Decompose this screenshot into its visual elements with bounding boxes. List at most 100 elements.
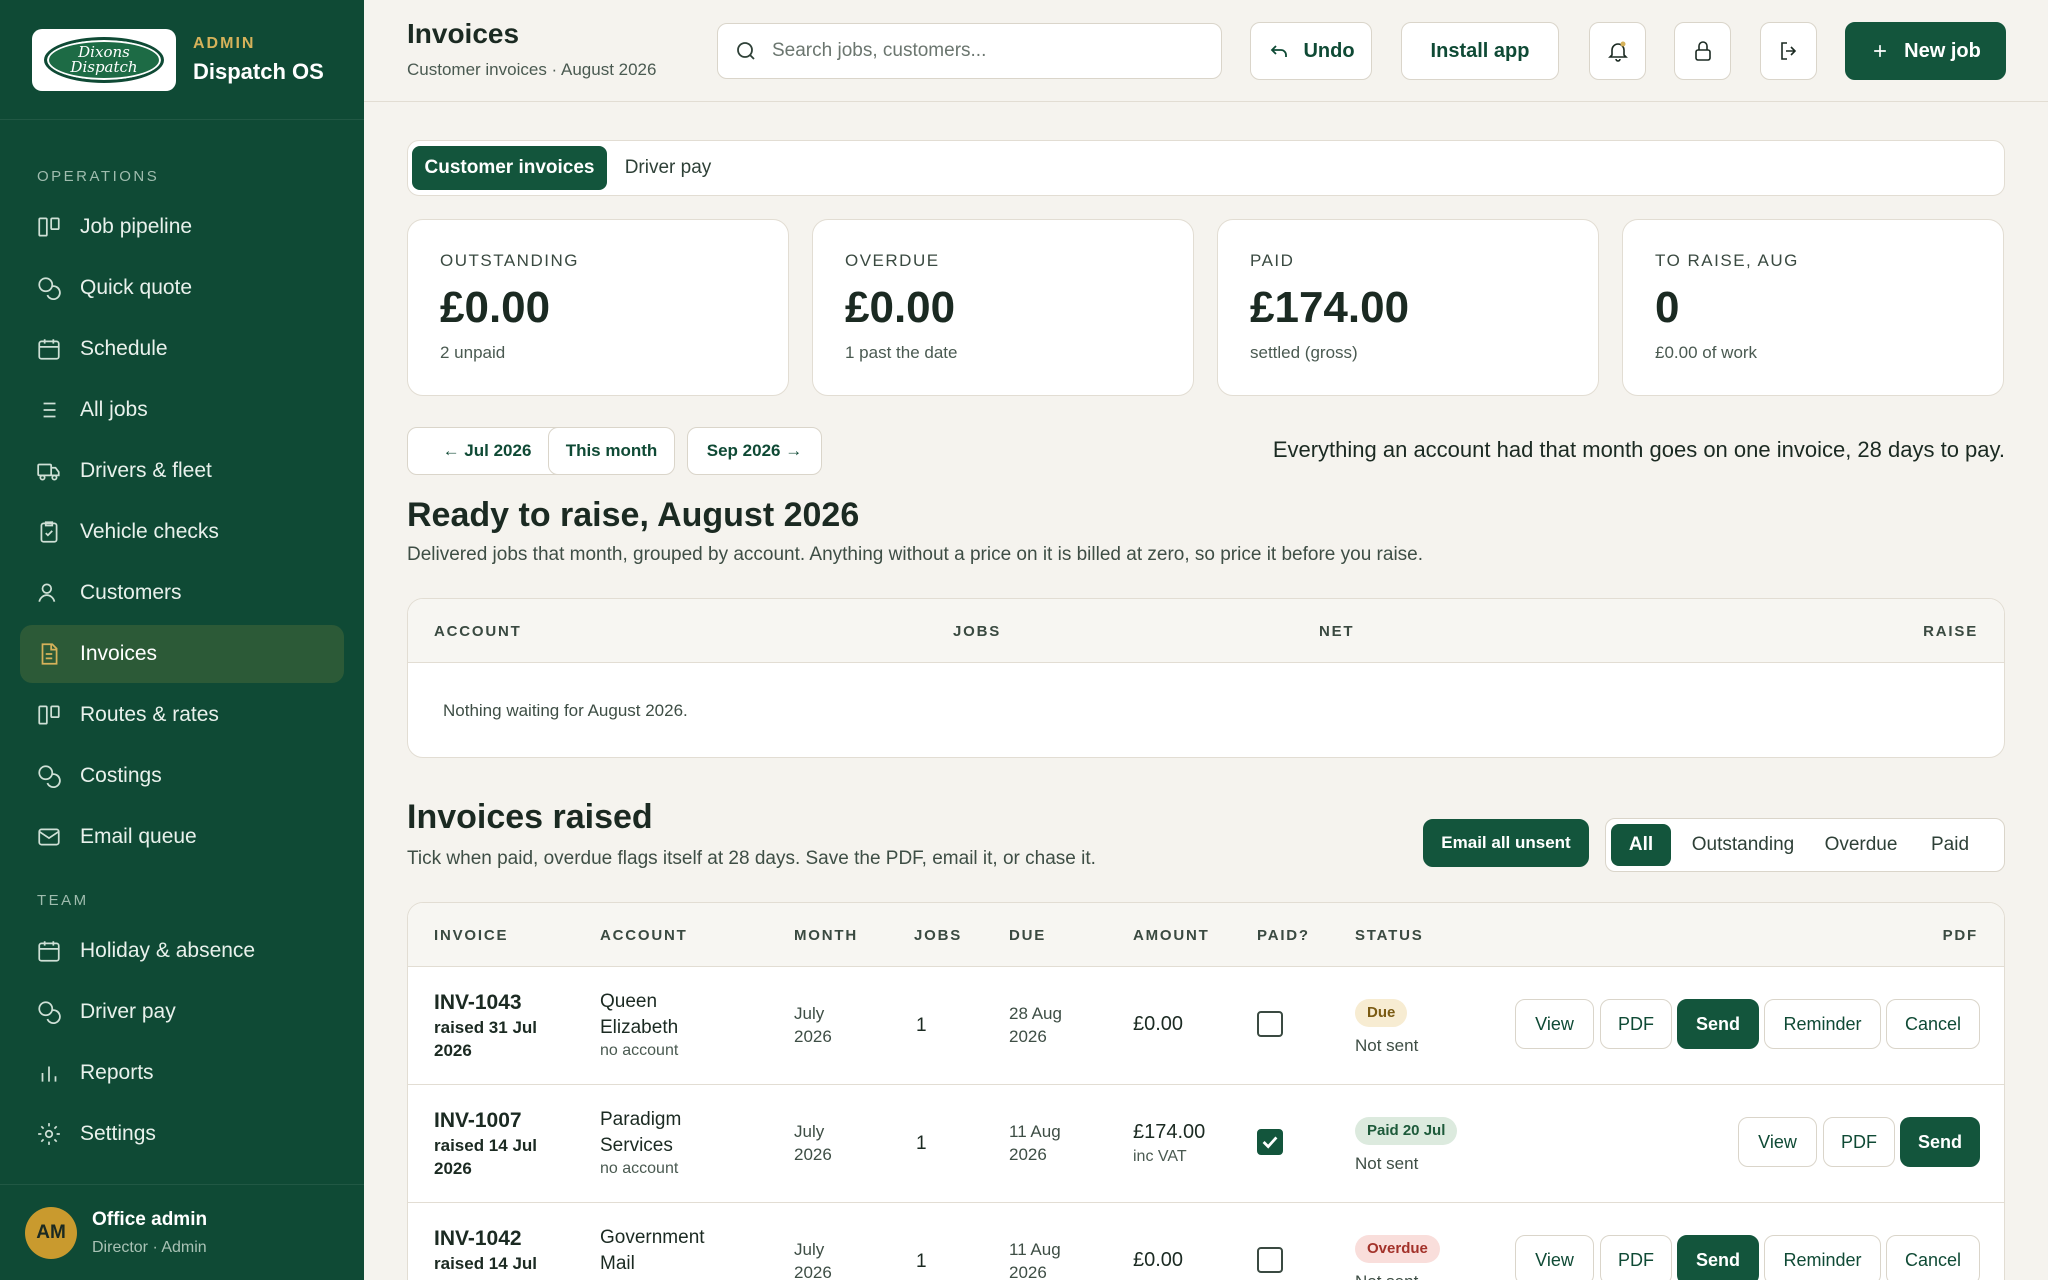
sidebar-item-job-pipeline[interactable]: Job pipeline <box>20 198 344 256</box>
invoice-filter: All Outstanding Overdue Paid <box>1605 818 2005 872</box>
paid-checkbox[interactable] <box>1257 1011 1283 1037</box>
user-profile[interactable]: AM Office admin Director · Admin <box>0 1184 364 1280</box>
col-paid: PAID? <box>1257 927 1310 944</box>
paid-checkbox[interactable] <box>1257 1129 1283 1155</box>
send-button[interactable]: Send <box>1677 999 1759 1049</box>
sidebar-item-all-jobs[interactable]: All jobs <box>20 381 344 439</box>
plus-icon <box>1874 45 1886 57</box>
account-name: Queen Elizabeth <box>600 991 679 1038</box>
send-button[interactable]: Send <box>1900 1117 1980 1167</box>
filter-outstanding[interactable]: Outstanding <box>1682 824 1804 866</box>
sidebar-item-email-queue[interactable]: Email queue <box>20 808 344 866</box>
stat-value: £0.00 <box>845 283 956 332</box>
stat-label: OUTSTANDING <box>440 251 579 270</box>
raised-title: Invoices raised <box>407 798 653 836</box>
sidebar-item-schedule[interactable]: Schedule <box>20 320 344 378</box>
lock-icon <box>1694 41 1711 61</box>
raised-description: Tick when paid, overdue flags itself at … <box>407 848 1096 869</box>
view-button[interactable]: View <box>1515 1235 1594 1280</box>
cancel-button[interactable]: Cancel <box>1886 1235 1980 1280</box>
lock-button[interactable] <box>1674 22 1731 80</box>
col-account: ACCOUNT <box>434 623 522 640</box>
notifications-button[interactable] <box>1589 22 1646 80</box>
user-icon <box>38 583 56 602</box>
send-status: Not sent <box>1355 1271 1440 1280</box>
pdf-button[interactable]: PDF <box>1823 1117 1895 1167</box>
section-label-team: TEAM <box>37 892 89 909</box>
calendar-icon <box>38 941 60 962</box>
stat-sub: settled (gross) <box>1250 343 1358 362</box>
filter-all[interactable]: All <box>1611 824 1671 866</box>
sidebar-item-driver-pay[interactable]: Driver pay <box>20 983 344 1041</box>
invoice-amount: £0.00 <box>1133 1013 1184 1035</box>
sidebar-item-quick-quote[interactable]: Quick quote <box>20 259 344 317</box>
this-month-button[interactable]: This month <box>548 427 675 475</box>
pdf-button[interactable]: PDF <box>1600 1235 1672 1280</box>
sidebar-item-reports[interactable]: Reports <box>20 1044 344 1102</box>
ready-description: Delivered jobs that month, grouped by ac… <box>407 544 1424 565</box>
invoice-jobs: 1 <box>916 1015 927 1036</box>
table-row: INV-1007 raised 14 Jul 2026 Paradigm Ser… <box>408 1085 2004 1203</box>
month-note: Everything an account had that month goe… <box>1272 437 2005 462</box>
sidebar-item-routes-rates[interactable]: Routes & rates <box>20 686 344 744</box>
check-icon <box>1262 1136 1278 1149</box>
sidebar-item-label: Holiday & absence <box>80 939 256 962</box>
tab-driver-pay[interactable]: Driver pay <box>611 146 725 190</box>
sidebar-item-drivers-fleet[interactable]: Drivers & fleet <box>20 442 344 500</box>
install-app-button[interactable]: Install app <box>1401 22 1559 80</box>
sidebar-item-costings[interactable]: Costings <box>20 747 344 805</box>
mail-icon <box>38 828 60 846</box>
account-sub: no account <box>600 1160 679 1178</box>
tab-customer-invoices[interactable]: Customer invoices <box>412 146 607 190</box>
stat-label: PAID <box>1250 251 1295 270</box>
sidebar-item-vehicle-checks[interactable]: Vehicle checks <box>20 503 344 561</box>
stat-card-to-raise: TO RAISE, AUG 0 £0.00 of work <box>1622 219 2004 396</box>
gear-icon <box>38 1123 60 1145</box>
section-label-operations: OPERATIONS <box>37 168 160 185</box>
brand: Dixons Dispatch ADMIN Dispatch OS <box>0 0 364 120</box>
stat-value: 0 <box>1655 283 1680 332</box>
view-button[interactable]: View <box>1515 999 1594 1049</box>
sidebar-item-label: Reports <box>80 1061 154 1084</box>
search-box <box>717 23 1222 79</box>
pdf-button[interactable]: PDF <box>1600 999 1672 1049</box>
undo-button[interactable]: Undo <box>1250 22 1372 80</box>
col-jobs: JOBS <box>953 623 1002 640</box>
send-status: Not sent <box>1355 1154 1419 1174</box>
sidebar-item-label: Customers <box>80 581 182 604</box>
bell-icon <box>1607 41 1628 62</box>
sidebar-item-settings[interactable]: Settings <box>20 1105 344 1163</box>
amount-note: inc VAT <box>1133 1148 1187 1165</box>
paid-checkbox[interactable] <box>1257 1247 1283 1273</box>
reminder-button[interactable]: Reminder <box>1764 1235 1881 1280</box>
sidebar-item-label: Invoices <box>80 642 158 665</box>
status-badge: Due <box>1355 999 1408 1028</box>
sidebar-item-invoices[interactable]: Invoices <box>20 625 344 683</box>
reminder-button[interactable]: Reminder <box>1764 999 1881 1049</box>
filter-paid[interactable]: Paid <box>1920 824 1980 866</box>
send-status: Not sent <box>1355 1036 1419 1056</box>
cancel-button[interactable]: Cancel <box>1886 999 1980 1049</box>
truck-icon <box>37 463 60 481</box>
send-button[interactable]: Send <box>1677 1235 1759 1280</box>
next-month-button[interactable]: Sep 2026 → <box>687 427 822 475</box>
view-button[interactable]: View <box>1738 1117 1817 1167</box>
ready-table-header: ACCOUNT JOBS NET RAISE <box>408 599 2004 663</box>
sidebar-item-customers[interactable]: Customers <box>20 564 344 622</box>
sidebar-item-label: All jobs <box>80 398 148 421</box>
search-input[interactable] <box>772 40 1192 62</box>
email-all-unsent-button[interactable]: Email all unsent <box>1423 819 1589 867</box>
col-due: DUE <box>1009 927 1047 944</box>
sidebar-item-label: Costings <box>80 764 162 787</box>
sidebar-item-label: Drivers & fleet <box>80 459 212 482</box>
logout-button[interactable] <box>1760 22 1817 80</box>
sidebar-item-label: Vehicle checks <box>80 520 219 543</box>
logo[interactable]: Dixons Dispatch <box>32 28 176 91</box>
status-badge: Overdue <box>1355 1235 1440 1264</box>
prev-month-button[interactable]: ← Jul 2026 <box>407 427 567 475</box>
new-job-button[interactable]: New job <box>1845 22 2006 80</box>
sidebar-item-label: Schedule <box>80 337 168 360</box>
brand-role: ADMIN <box>193 34 256 52</box>
filter-overdue[interactable]: Overdue <box>1818 824 1904 866</box>
sidebar-item-holiday-absence[interactable]: Holiday & absence <box>20 922 344 980</box>
